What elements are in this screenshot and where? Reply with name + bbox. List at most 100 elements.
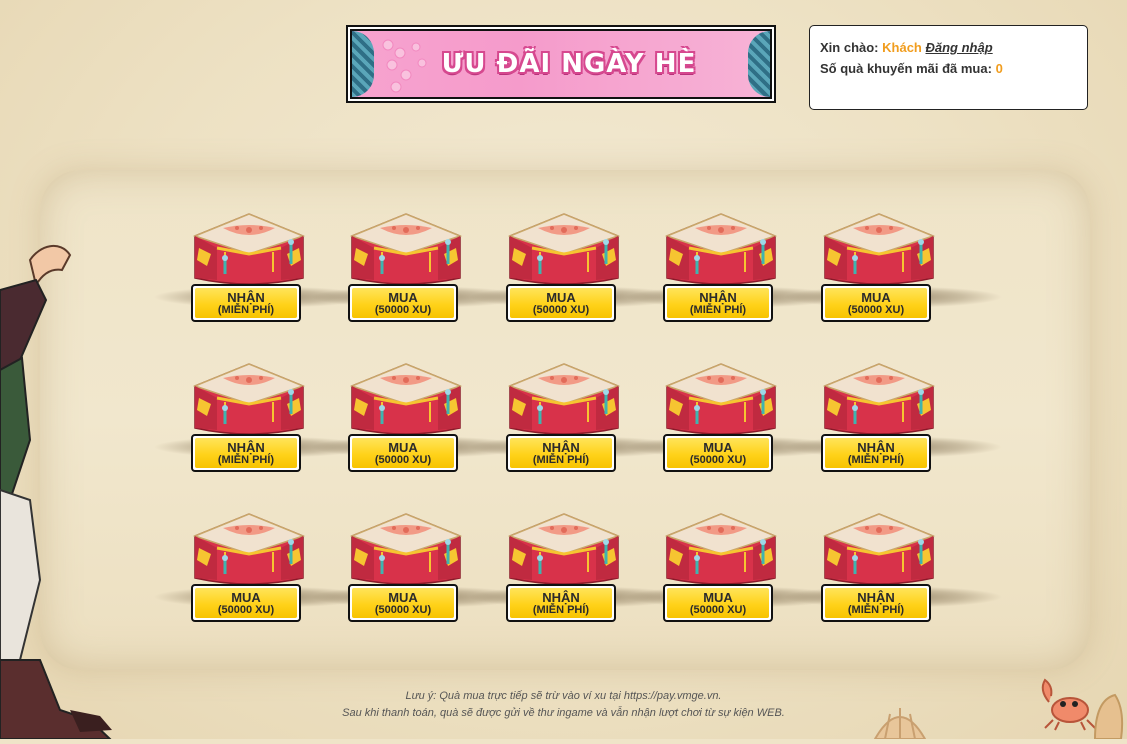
claim-button[interactable]: NHẬN (MIỄN PHÍ) <box>191 284 301 322</box>
claim-button[interactable]: NHẬN (MIỄN PHÍ) <box>821 434 931 472</box>
button-label: MUA <box>546 289 576 305</box>
gift-chest-icon <box>508 363 620 435</box>
buy-button[interactable]: MUA (50000 XU) <box>348 584 458 622</box>
buy-button[interactable]: MUA (50000 XU) <box>663 434 773 472</box>
button-face: NHẬN (MIỄN PHÍ) <box>510 438 612 468</box>
greeting-label: Xin chào: <box>820 40 879 55</box>
button-face: MUA (50000 XU) <box>667 588 769 618</box>
button-price: (MIỄN PHÍ) <box>217 453 275 466</box>
gift-chest-icon <box>508 213 620 285</box>
gift-chest-icon <box>193 363 305 435</box>
button-face: MUA (50000 XU) <box>195 588 297 618</box>
button-price: (MIỄN PHÍ) <box>217 303 275 316</box>
note-line-2: Sau khi thanh toán, quà sẽ được gửi về t… <box>342 707 785 719</box>
button-face: NHẬN (MIỄN PHÍ) <box>667 288 769 318</box>
button-label: NHẬN <box>227 439 265 455</box>
buy-button[interactable]: MUA (50000 XU) <box>348 284 458 322</box>
button-face: MUA (50000 XU) <box>825 288 927 318</box>
gift-chest-icon <box>508 513 620 585</box>
gift-box: NHẬN (MIỄN PHÍ) <box>625 208 845 338</box>
user-info-panel: Xin chào: Khách Đăng nhập Số quà khuyến … <box>809 25 1088 110</box>
button-price: (50000 XU) <box>374 453 432 466</box>
button-label: NHẬN <box>857 589 895 605</box>
button-price: (50000 XU) <box>847 303 905 316</box>
button-face: MUA (50000 XU) <box>352 438 454 468</box>
button-label: MUA <box>388 589 418 605</box>
gift-box: MUA (50000 XU) <box>468 208 688 338</box>
purchased-count: 0 <box>995 61 1003 76</box>
gift-chest-icon <box>665 213 777 285</box>
gift-chest-icon <box>350 513 462 585</box>
button-face: MUA (50000 XU) <box>667 438 769 468</box>
purchased-row: Số quà khuyến mãi đã mua: 0 <box>820 58 1077 79</box>
gift-box: MUA (50000 XU) <box>625 358 845 488</box>
gift-chest-icon <box>665 513 777 585</box>
greeting-row: Xin chào: Khách Đăng nhập <box>820 37 1077 58</box>
button-face: NHẬN (MIỄN PHÍ) <box>825 438 927 468</box>
button-label: NHẬN <box>699 289 737 305</box>
banner-inner: ƯU ĐÃI NGÀY HÈ <box>350 29 772 99</box>
gift-box: NHẬN (MIỄN PHÍ) <box>468 358 688 488</box>
event-banner: ƯU ĐÃI NGÀY HÈ <box>346 25 776 103</box>
note-line-1: Lưu ý: Quà mua trực tiếp sẽ trừ vào ví x… <box>405 690 722 702</box>
gift-box: MUA (50000 XU) <box>153 508 373 638</box>
buy-button[interactable]: MUA (50000 XU) <box>348 434 458 472</box>
gift-chest-icon <box>350 363 462 435</box>
claim-button[interactable]: NHẬN (MIỄN PHÍ) <box>663 284 773 322</box>
gift-chest-icon <box>823 513 935 585</box>
gift-box: NHẬN (MIỄN PHÍ) <box>783 508 1003 638</box>
banner-title: ƯU ĐÃI NGÀY HÈ <box>441 49 697 79</box>
buy-button[interactable]: MUA (50000 XU) <box>821 284 931 322</box>
flower-deco-icon <box>382 39 427 93</box>
button-price: (MIỄN PHÍ) <box>532 603 590 616</box>
claim-button[interactable]: NHẬN (MIỄN PHÍ) <box>191 434 301 472</box>
gift-chest-icon <box>193 213 305 285</box>
button-face: NHẬN (MIỄN PHÍ) <box>825 588 927 618</box>
gift-box: NHẬN (MIỄN PHÍ) <box>153 208 373 338</box>
gift-box: NHẬN (MIỄN PHÍ) <box>468 508 688 638</box>
gift-box: MUA (50000 XU) <box>310 208 530 338</box>
buy-button[interactable]: MUA (50000 XU) <box>663 584 773 622</box>
button-price: (50000 XU) <box>689 603 747 616</box>
purchased-label: Số quà khuyến mãi đã mua: <box>820 61 992 76</box>
claim-button[interactable]: NHẬN (MIỄN PHÍ) <box>506 434 616 472</box>
gift-chest-icon <box>823 213 935 285</box>
gift-box: MUA (50000 XU) <box>310 508 530 638</box>
button-price: (MIỄN PHÍ) <box>532 453 590 466</box>
button-face: NHẬN (MIỄN PHÍ) <box>195 288 297 318</box>
button-price: (MIỄN PHÍ) <box>847 603 905 616</box>
buy-button[interactable]: MUA (50000 XU) <box>506 284 616 322</box>
button-price: (50000 XU) <box>532 303 590 316</box>
gift-chest-icon <box>193 513 305 585</box>
banner-wave-right-deco <box>748 31 770 97</box>
button-price: (50000 XU) <box>374 603 432 616</box>
gift-chest-icon <box>665 363 777 435</box>
button-label: NHẬN <box>542 589 580 605</box>
button-label: MUA <box>388 439 418 455</box>
button-label: MUA <box>388 289 418 305</box>
button-label: NHẬN <box>227 289 265 305</box>
claim-button[interactable]: NHẬN (MIỄN PHÍ) <box>821 584 931 622</box>
button-label: MUA <box>231 589 261 605</box>
button-label: MUA <box>703 439 733 455</box>
login-link[interactable]: Đăng nhập <box>926 40 993 55</box>
buy-button[interactable]: MUA (50000 XU) <box>191 584 301 622</box>
button-face: MUA (50000 XU) <box>352 288 454 318</box>
button-price: (50000 XU) <box>374 303 432 316</box>
button-label: NHẬN <box>542 439 580 455</box>
gift-box: MUA (50000 XU) <box>783 208 1003 338</box>
button-price: (50000 XU) <box>689 453 747 466</box>
button-price: (MIỄN PHÍ) <box>847 453 905 466</box>
button-face: MUA (50000 XU) <box>510 288 612 318</box>
button-label: MUA <box>861 289 891 305</box>
claim-button[interactable]: NHẬN (MIỄN PHÍ) <box>506 584 616 622</box>
button-price: (MIỄN PHÍ) <box>689 303 747 316</box>
gift-chest-icon <box>823 363 935 435</box>
button-face: NHẬN (MIỄN PHÍ) <box>510 588 612 618</box>
gift-box: NHẬN (MIỄN PHÍ) <box>153 358 373 488</box>
button-face: MUA (50000 XU) <box>352 588 454 618</box>
character-illustration <box>0 240 120 740</box>
guest-name: Khách <box>882 40 922 55</box>
gift-box: NHẬN (MIỄN PHÍ) <box>783 358 1003 488</box>
gift-box: MUA (50000 XU) <box>625 508 845 638</box>
